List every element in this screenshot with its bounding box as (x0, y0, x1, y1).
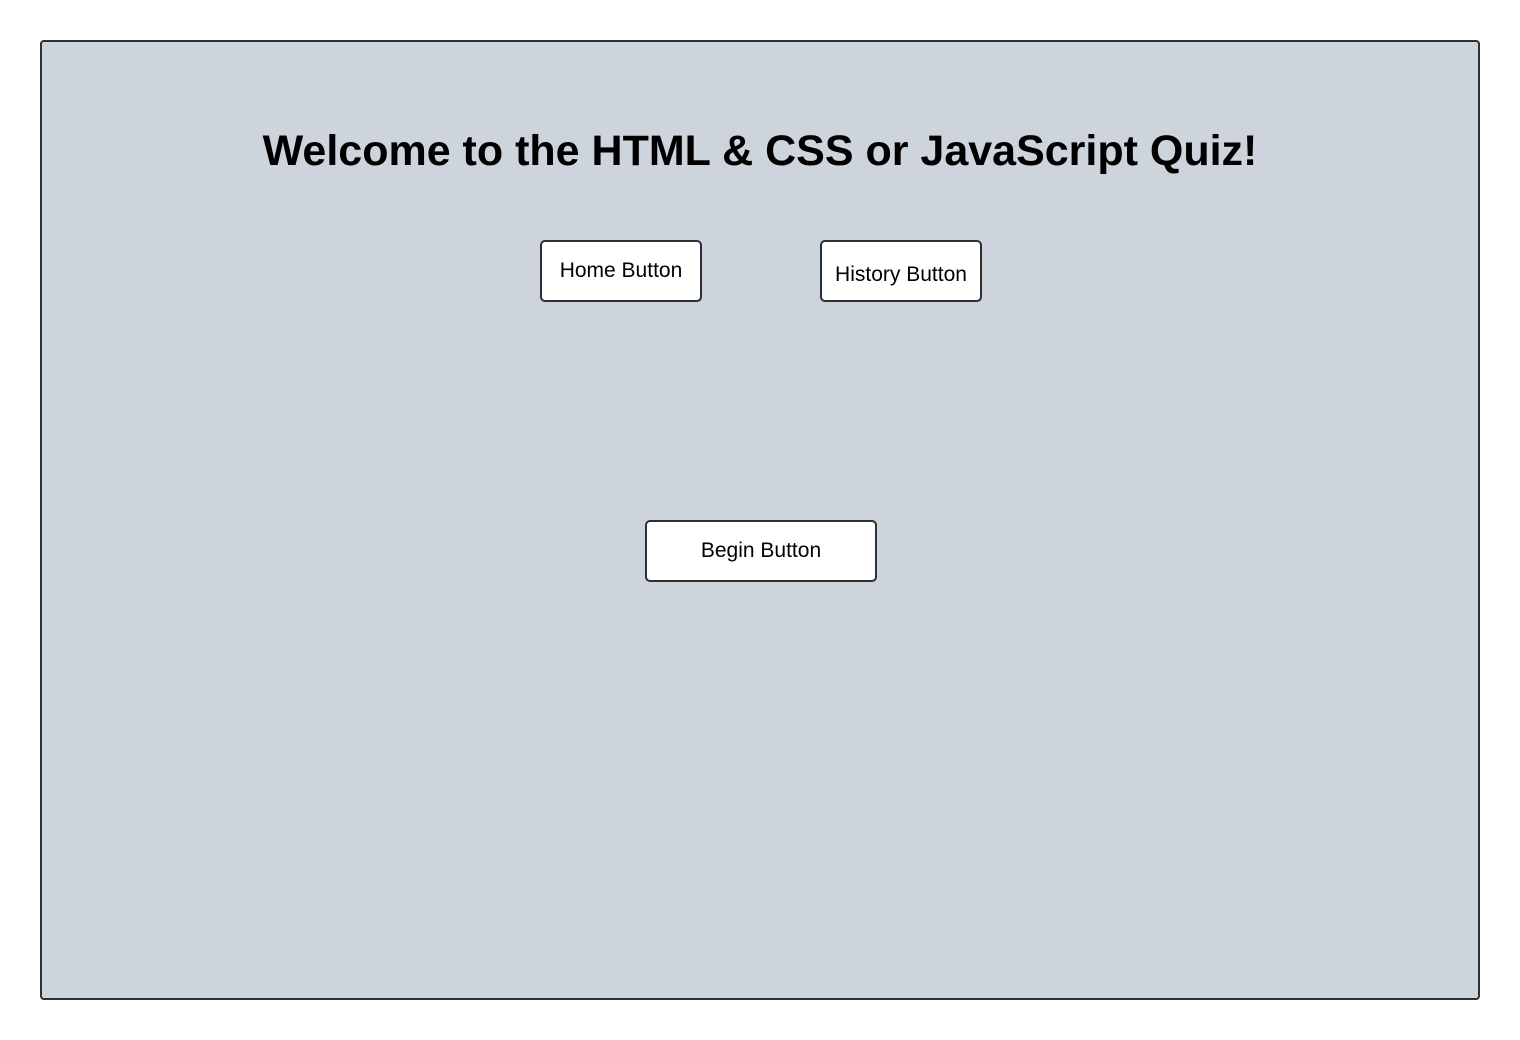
begin-button[interactable]: Begin Button (645, 520, 877, 582)
home-button[interactable]: Home Button (540, 240, 702, 302)
quiz-frame: Welcome to the HTML & CSS or JavaScript … (40, 40, 1480, 1000)
page-title: Welcome to the HTML & CSS or JavaScript … (262, 127, 1258, 175)
begin-button-label: Begin Button (700, 539, 822, 562)
history-button-label: History Button (835, 263, 967, 286)
home-button-label: Home Button (559, 259, 683, 282)
history-button[interactable]: History Button (820, 240, 982, 302)
